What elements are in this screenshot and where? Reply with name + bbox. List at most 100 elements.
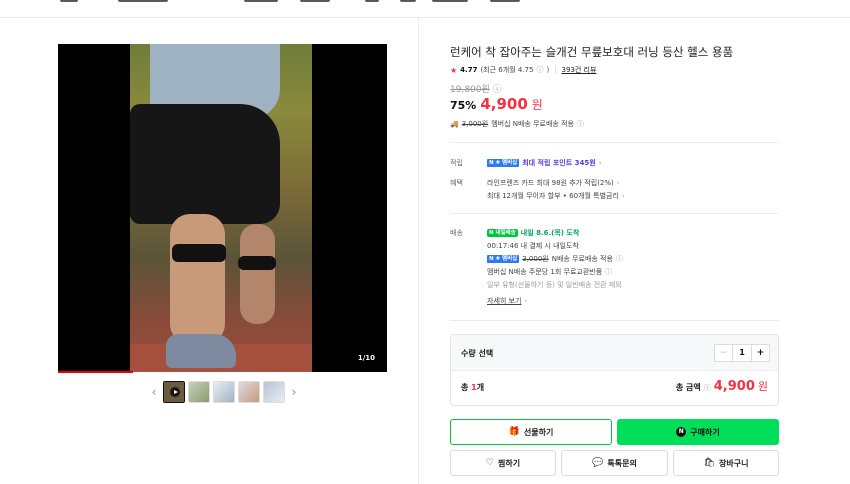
npay-membership-badge: N ✚ 멤버십	[487, 255, 520, 263]
delivery-free-row: N ✚ 멤버십 3,000원 N배송 무료배송 적용 ⓘ	[487, 254, 623, 264]
video-progress-bar[interactable]	[58, 371, 133, 373]
thumbnail-video[interactable]	[163, 381, 185, 403]
chevron-right-icon: ›	[616, 179, 620, 187]
npay-membership-badge: N ✚ 멤버십	[487, 159, 520, 167]
delivery-cutoff: 00:17:46 내 결제 시 내일도착	[487, 242, 579, 250]
quantity-box: 수량 선택 − 1 + 총 1개 총 금액 ⓘ 4,900 원	[450, 334, 779, 406]
total-amount-currency: 원	[757, 380, 768, 393]
product-photo	[130, 44, 312, 372]
buy-button[interactable]: N 구매하기	[617, 419, 779, 445]
quantity-stepper: − 1 +	[714, 344, 770, 362]
gift-icon: 🎁	[508, 427, 520, 437]
buy-button-label: 구매하기	[690, 427, 720, 437]
product-title: 런케어 착 잡아주는 슬개건 무릎보호대 러닝 등산 헬스 용품	[450, 45, 734, 59]
shopping-bag-icon: 🛍	[703, 458, 715, 468]
points-text: 최대 적립 포인트 345원	[522, 159, 596, 167]
review-link[interactable]: 393건 리뷰	[562, 65, 597, 75]
delivery-arrival: 내일 8.6.(목) 도착	[520, 229, 580, 237]
info-icon[interactable]: ⓘ	[577, 119, 584, 129]
chevron-right-icon: ›	[598, 159, 602, 167]
talktalk-button-label: 톡톡문의	[607, 458, 637, 468]
total-amount-label: 총 금액	[675, 383, 701, 392]
thumbnail[interactable]	[213, 381, 235, 403]
exchange-text: 멤버십 N배송 주문당 1회 무료교환반품	[487, 268, 603, 276]
thumbnail-prev-arrow[interactable]: ‹	[148, 381, 160, 403]
tomorrow-delivery-badge: N 내일배송	[487, 229, 518, 237]
delivery-more-row[interactable]: 자세히 보기 ›	[487, 296, 527, 306]
rating-summary: ★ 4.77 (최근 6개월 4.75 ⓘ) | 393건 리뷰	[450, 65, 597, 75]
delivery-label: 배송	[450, 229, 463, 237]
total-prefix: 총	[461, 383, 472, 392]
wishlist-button[interactable]: ♡ 찜하기	[450, 450, 556, 476]
delivery-note-row: 일부 유형(선물하기 등) 및 일반배송 전환 제외	[487, 280, 622, 290]
rating-score: 4.77	[460, 66, 478, 74]
quantity-value[interactable]: 1	[733, 345, 751, 361]
nav-fragment	[300, 0, 330, 2]
play-icon	[170, 387, 180, 397]
nav-fragment	[60, 0, 78, 2]
total-amount: 총 금액 ⓘ 4,900 원	[676, 378, 768, 394]
thumbnail[interactable]	[238, 381, 260, 403]
chat-icon: 💬	[592, 458, 604, 468]
divider	[450, 320, 779, 321]
chevron-right-icon: ›	[524, 297, 528, 305]
rating-close: )	[546, 66, 550, 74]
sale-price: 4,900	[480, 95, 528, 113]
delivery-cutoff-row: 00:17:46 내 결제 시 내일도착	[487, 241, 579, 251]
exchange-row: 멤버십 N배송 주문당 1회 무료교환반품 ⓘ	[487, 267, 612, 277]
quantity-minus-button[interactable]: −	[715, 345, 733, 361]
thumbnail-strip: ‹ ›	[148, 381, 300, 403]
delivery-free-text: N배송 무료배송 적용	[551, 255, 613, 263]
divider	[450, 142, 779, 143]
quantity-header: 수량 선택 − 1 +	[451, 335, 778, 371]
quantity-plus-button[interactable]: +	[751, 345, 769, 361]
points-label: 적립	[450, 159, 463, 167]
wishlist-button-label: 찜하기	[497, 458, 521, 468]
info-icon[interactable]: ⓘ	[704, 383, 711, 393]
nav-fragment	[400, 0, 416, 2]
chevron-right-icon: ›	[621, 192, 625, 200]
product-media-viewer[interactable]: 1/10	[58, 44, 387, 372]
total-count: 총 1개	[461, 382, 484, 393]
star-icon: ★	[450, 65, 458, 75]
info-icon[interactable]: ⓘ	[493, 85, 502, 95]
installment-row[interactable]: 최대 12개월 무이자 할부 • 60개월 특별금리 ›	[487, 191, 625, 201]
original-price: 19,800원	[450, 85, 490, 95]
divider	[450, 213, 779, 214]
total-amount-value: 4,900	[713, 379, 755, 394]
discount-percent: 75%	[450, 99, 477, 112]
gift-button[interactable]: 🎁 선물하기	[450, 419, 612, 445]
delivery-old-fee: 3,000원	[522, 255, 549, 263]
gift-button-label: 선물하기	[523, 427, 554, 437]
thumbnail[interactable]	[263, 381, 285, 403]
nav-fragment	[490, 0, 520, 2]
nav-fragment	[244, 0, 278, 2]
thumbnail-next-arrow[interactable]: ›	[288, 381, 300, 403]
shipping-note-text: 멤버십 N배송 무료배송 적용	[491, 120, 574, 128]
nav-fragment	[365, 0, 379, 2]
thumbnail[interactable]	[188, 381, 210, 403]
media-counter: 1/10	[357, 354, 375, 362]
rating-recent: (최근 6개월 4.75	[480, 66, 534, 74]
card-benefit-row[interactable]: 라인프렌즈 카드 최대 98원 추가 적립(2%) ›	[487, 178, 620, 188]
shipping-old-price: 3,000원	[461, 120, 489, 128]
nav-fragment	[432, 0, 468, 2]
total-suffix: 개	[476, 383, 485, 392]
info-icon[interactable]: ⓘ	[605, 267, 612, 277]
card-benefit-text: 라인프렌즈 카드 최대 98원 추가 적립(2%)	[487, 179, 614, 187]
info-icon[interactable]: ⓘ	[536, 65, 543, 75]
nav-fragment	[118, 0, 168, 2]
delivery-note: 일부 유형(선물하기 등) 및 일반배송 전환 제외	[487, 281, 622, 289]
points-row[interactable]: N ✚ 멤버십 최대 적립 포인트 345원 ›	[487, 158, 602, 168]
talktalk-inquiry-button[interactable]: 💬 톡톡문의	[561, 450, 668, 476]
benefit-label: 혜택	[450, 179, 463, 187]
column-divider	[418, 18, 419, 484]
heart-icon: ♡	[485, 458, 494, 468]
top-navigation	[0, 0, 850, 18]
cart-button[interactable]: 🛍 장바구니	[673, 450, 779, 476]
cart-button-label: 장바구니	[718, 458, 749, 468]
installment-text: 최대 12개월 무이자 할부 • 60개월 특별금리	[487, 192, 619, 200]
delivery-more-link[interactable]: 자세히 보기	[487, 296, 521, 306]
original-price-row: 19,800원 ⓘ	[450, 82, 502, 95]
info-icon[interactable]: ⓘ	[616, 254, 623, 264]
